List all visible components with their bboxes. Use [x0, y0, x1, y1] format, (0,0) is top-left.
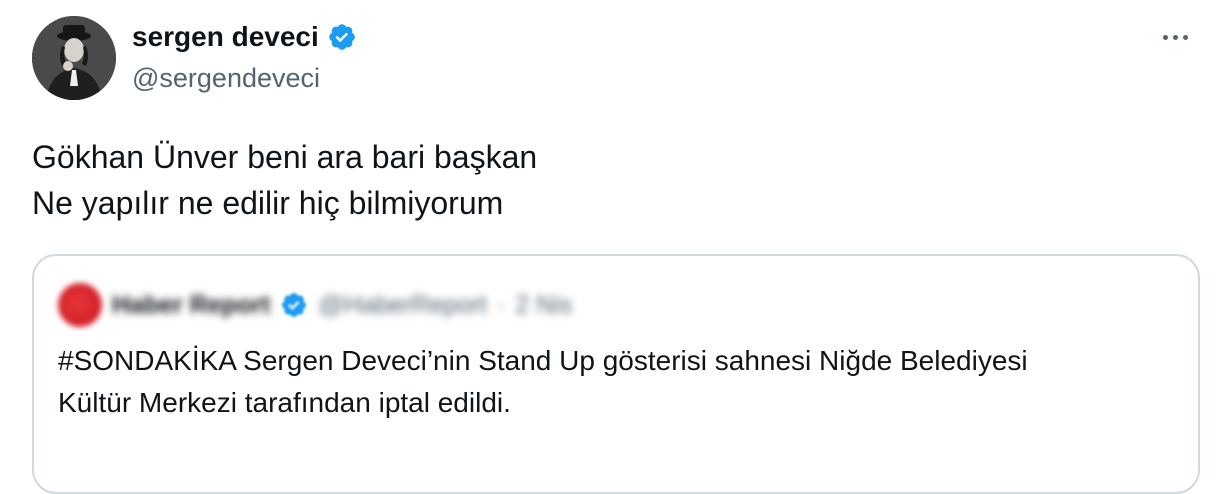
name-row: sergen deveci	[132, 20, 357, 54]
quoted-tweet-text: #SONDAKİKA Sergen Deveci’nin Stand Up gö…	[58, 340, 1178, 424]
author-display-name[interactable]: sergen deveci	[132, 20, 319, 54]
quoted-tweet-separator: ·	[496, 290, 506, 319]
tweet: sergen deveci @sergendeveci Gökhan Ünver…	[0, 0, 1221, 494]
quoted-tweet-date[interactable]: 2 Nis	[515, 291, 572, 320]
tweet-text-line: Gökhan Ünver beni ara bari başkan	[32, 139, 538, 175]
quoted-tweet-card[interactable]: Haber Report @HaberReport · 2 Nis #SONDA…	[32, 254, 1200, 494]
more-horizontal-icon	[1182, 34, 1188, 40]
more-horizontal-icon	[1172, 34, 1178, 40]
tweet-text-line: Ne yapılır ne edilir hiç bilmiyorum	[32, 185, 504, 221]
verified-badge-icon	[327, 22, 357, 52]
author-avatar[interactable]	[32, 16, 116, 100]
quoted-author-avatar[interactable]	[58, 283, 102, 327]
quoted-author-handle[interactable]: @HaberReport	[318, 291, 487, 320]
quoted-author-display-name[interactable]: Haber Report	[112, 291, 270, 320]
tweet-text: Gökhan Ünver beni ara bari başkan Ne yap…	[32, 134, 1182, 226]
quoted-tweet-text-line: #SONDAKİKA Sergen Deveci’nin Stand Up gö…	[58, 345, 1028, 376]
quoted-tweet-header: Haber Report @HaberReport · 2 Nis	[58, 283, 572, 327]
author-handle[interactable]: @sergendeveci	[132, 62, 357, 94]
more-horizontal-icon	[1162, 34, 1168, 40]
quoted-tweet-text-line: Kültür Merkezi tarafından iptal edildi.	[58, 387, 511, 418]
author-block: sergen deveci @sergendeveci	[132, 20, 357, 94]
more-options-button[interactable]	[1155, 22, 1195, 52]
verified-badge-icon	[280, 291, 308, 319]
